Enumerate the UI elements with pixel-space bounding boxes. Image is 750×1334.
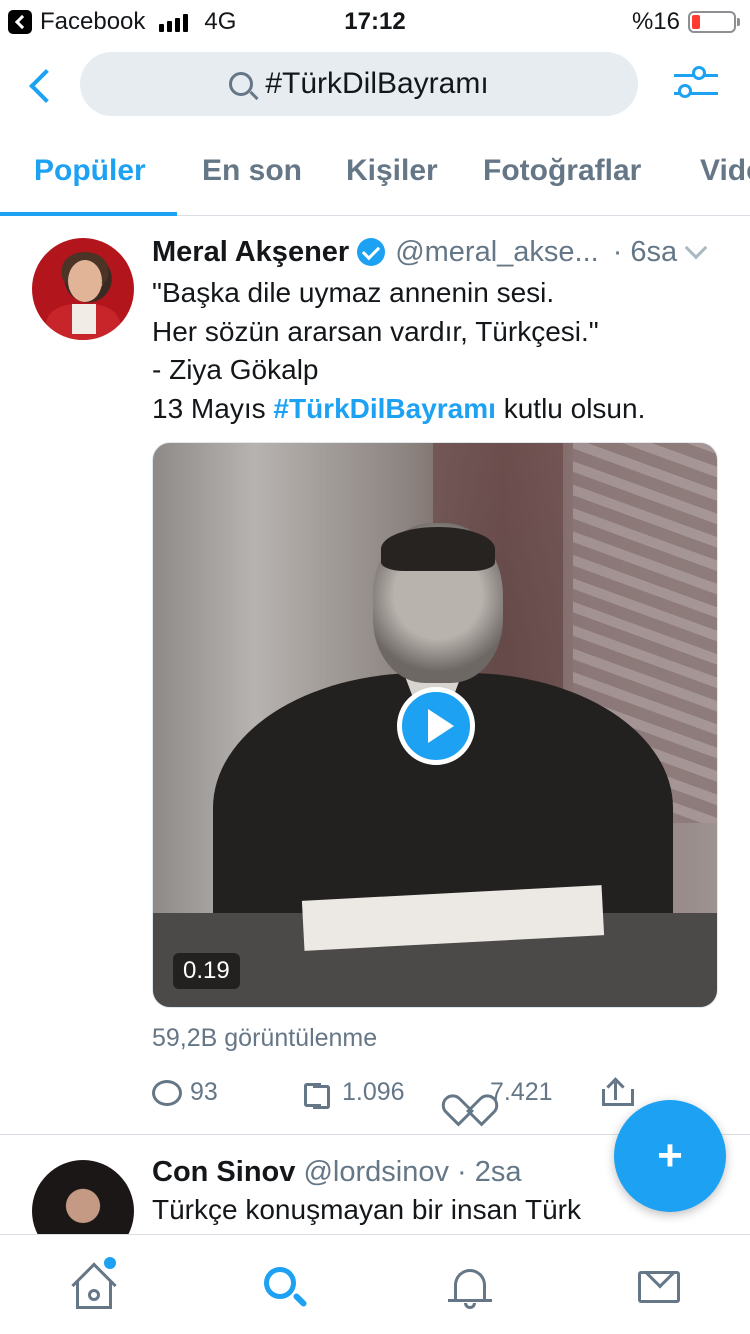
tweet-author-name[interactable]: Meral Akşener: [152, 236, 349, 269]
reply-button[interactable]: 93: [152, 1078, 218, 1107]
tab-photos[interactable]: Fotoğraflar: [483, 154, 641, 188]
active-tab-indicator: [0, 212, 177, 216]
like-button[interactable]: 7.421: [452, 1078, 553, 1107]
search-header: #TürkDilBayramı: [0, 50, 750, 120]
chevron-down-icon[interactable]: [684, 236, 708, 260]
video-duration: 0.19: [173, 953, 240, 989]
tweet-line: - Ziya Gökalp: [152, 354, 319, 385]
tweet-time: · 2sa: [457, 1156, 522, 1188]
avatar[interactable]: [32, 238, 134, 340]
reply-count: 93: [190, 1078, 218, 1106]
like-count: 7.421: [490, 1078, 553, 1106]
bottom-nav: [0, 1234, 750, 1334]
tweet-author-handle[interactable]: @meral_akse...: [395, 236, 599, 269]
tweet-line: Her sözün ararsan vardır, Türkçesi.": [152, 315, 599, 347]
search-icon: [229, 72, 254, 96]
hashtag-link[interactable]: #TürkDilBayramı: [273, 393, 496, 424]
notifications-icon[interactable]: [446, 1263, 494, 1311]
tab-people[interactable]: Kişiler: [346, 154, 438, 188]
tab-latest[interactable]: En son: [202, 154, 302, 188]
search-input[interactable]: #TürkDilBayramı: [80, 52, 638, 116]
play-icon[interactable]: [397, 687, 475, 765]
filter-icon[interactable]: [672, 64, 720, 104]
explore-icon[interactable]: [260, 1263, 308, 1311]
battery-percent: %16: [631, 8, 680, 35]
compose-icon[interactable]: +: [614, 1100, 726, 1212]
tweet-text: "Başka dile uymaz annenin sesi. Her sözü…: [152, 274, 732, 428]
view-count[interactable]: 59,2B görüntülenme: [152, 1024, 377, 1053]
tweet-time: · 6sa: [612, 235, 678, 268]
tweet-header: Con Sinov @lordsinov · 2sa: [152, 1156, 522, 1189]
retweet-icon: [300, 1081, 334, 1109]
status-bar: Facebook 4G 17:12 %16: [0, 0, 750, 42]
home-icon[interactable]: [70, 1262, 118, 1311]
tweet-line-prefix: 13 Mayıs: [152, 392, 274, 424]
tweet-author-handle[interactable]: @lordsinov: [303, 1156, 449, 1188]
tweet-author-name[interactable]: Con Sinov: [152, 1156, 295, 1188]
back-button[interactable]: [22, 62, 62, 106]
tab-videos[interactable]: Vide: [700, 154, 750, 188]
status-right: %16: [631, 8, 740, 36]
tweet-line-suffix: kutlu olsun.: [495, 392, 646, 424]
retweet-count: 1.096: [342, 1078, 405, 1106]
reply-icon: [152, 1079, 182, 1106]
new-content-dot: [104, 1257, 116, 1269]
search-tabs: Popüler En son Kişiler Fotoğraflar Vide: [0, 134, 750, 216]
tweet-line: 13 Mayıs #TürkDilBayramı kutlu olsun.: [152, 390, 732, 429]
verified-icon: [357, 238, 386, 266]
tweet-text: Türkçe konuşmayan bir insan Türk: [152, 1194, 581, 1225]
tweet-line: "Başka dile uymaz annenin sesi.: [152, 277, 555, 308]
tab-popular[interactable]: Popüler: [34, 154, 146, 188]
retweet-button[interactable]: 1.096: [300, 1078, 405, 1109]
like-icon: [452, 1079, 482, 1107]
share-button[interactable]: [600, 1078, 634, 1108]
video-player[interactable]: 0.19: [152, 442, 718, 1008]
messages-icon[interactable]: [636, 1263, 684, 1311]
battery-icon: [688, 11, 740, 33]
tweet-header: Meral Akşener @meral_akse... · 6sa: [152, 234, 732, 270]
tweet-actions: 93 1.096 7.421: [152, 1078, 652, 1120]
share-icon: [600, 1078, 634, 1108]
search-query: #TürkDilBayramı: [265, 67, 489, 100]
